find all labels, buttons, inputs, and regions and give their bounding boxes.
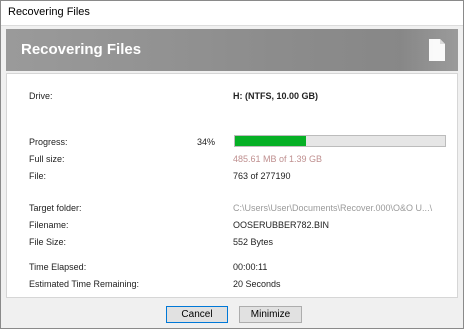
time-elapsed-label: Time Elapsed: bbox=[29, 262, 87, 272]
file-value: 763 of 277190 bbox=[233, 171, 291, 181]
recovering-files-window: Recovering Files Recovering Files Drive:… bbox=[0, 0, 464, 329]
cancel-button[interactable]: Cancel bbox=[166, 306, 228, 323]
time-elapsed-value: 00:00:11 bbox=[233, 262, 268, 272]
document-icon bbox=[429, 39, 445, 61]
file-size-value: 552 Bytes bbox=[233, 237, 274, 247]
filename-value: OOSERUBBER782.BIN bbox=[233, 220, 330, 230]
title-bar[interactable]: Recovering Files bbox=[1, 1, 463, 26]
filename-label: Filename: bbox=[29, 220, 69, 230]
target-folder-value: C:\Users\User\Documents\Recover.000\O&O … bbox=[233, 203, 433, 213]
window-title: Recovering Files bbox=[8, 6, 90, 18]
minimize-button[interactable]: Minimize bbox=[239, 306, 302, 323]
progress-label: Progress: bbox=[29, 137, 68, 147]
progress-percent: 34% bbox=[196, 137, 215, 147]
full-size-value: 485.61 MB of 1.39 GB bbox=[233, 154, 323, 164]
progress-bar-fill bbox=[235, 136, 307, 146]
full-size-label: Full size: bbox=[29, 154, 65, 164]
target-folder-label: Target folder: bbox=[29, 203, 82, 213]
drive-value: H: (NTFS, 10.00 GB) bbox=[233, 91, 319, 101]
time-remaining-label: Estimated Time Remaining: bbox=[29, 279, 140, 289]
header-banner: Recovering Files bbox=[6, 29, 458, 71]
progress-bar bbox=[234, 135, 446, 147]
file-size-label: File Size: bbox=[29, 237, 67, 247]
drive-label: Drive: bbox=[29, 91, 53, 101]
file-label: File: bbox=[29, 171, 47, 181]
time-remaining-value: 20 Seconds bbox=[233, 279, 281, 289]
details-panel: Drive: H: (NTFS, 10.00 GB) Progress: 34%… bbox=[6, 73, 458, 298]
header-icon-area bbox=[400, 29, 458, 71]
header-title: Recovering Files bbox=[21, 41, 142, 58]
